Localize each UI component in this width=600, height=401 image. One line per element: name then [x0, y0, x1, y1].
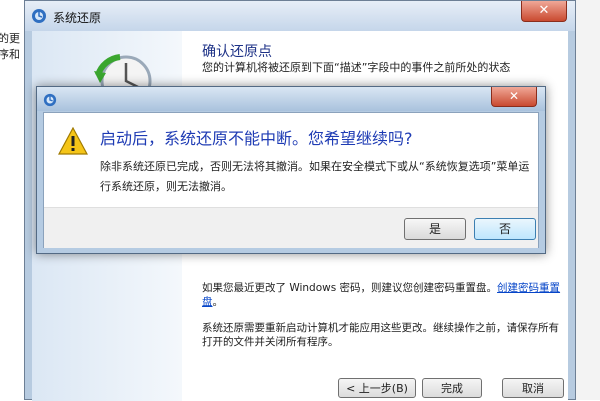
warning-icon: [58, 127, 88, 155]
dialog-title-bar[interactable]: ✕: [37, 87, 545, 111]
close-button[interactable]: ✕: [521, 1, 567, 22]
restart-note: 系统还原需要重新启动计算机才能应用这些更改。继续操作之前，请保存所有打开的文件并…: [202, 322, 559, 348]
background-window-right: [574, 0, 600, 400]
finish-button[interactable]: 完成: [422, 378, 482, 398]
background-window: 的更 序和: [0, 0, 27, 400]
back-button[interactable]: < 上一步(B): [338, 378, 416, 398]
dialog-body: 启动后，系统还原不能中断。您希望继续吗? 除非系统还原已完成，否则无法将其撤消。…: [43, 112, 539, 248]
password-note-text: 如果您最近更改了 Windows 密码，则建议您创建密码重置盘。: [202, 282, 498, 294]
dialog-heading: 启动后，系统还原不能中断。您希望继续吗?: [100, 129, 413, 148]
title-bar[interactable]: 系统还原 ✕: [25, 1, 575, 31]
page-title: 确认还原点: [202, 44, 272, 60]
password-note-suffix: 。: [212, 296, 224, 308]
yes-button[interactable]: 是: [404, 218, 466, 240]
password-note: 如果您最近更改了 Windows 密码，则建议您创建密码重置盘。创建密码重置盘。: [202, 281, 562, 309]
no-button[interactable]: 否: [474, 218, 536, 240]
dialog-footer: 是 否: [44, 207, 538, 248]
description: 您的计算机将被还原到下面“描述”字段中的事件之前所处的状态: [202, 61, 511, 74]
close-icon: ✕: [508, 89, 520, 103]
confirm-dialog: ✕ 启动后，系统还原不能中断。您希望继续吗? 除非系统还原已完成，否则无法将其撤…: [36, 86, 546, 254]
system-restore-icon: [32, 9, 46, 23]
dialog-close-button[interactable]: ✕: [491, 87, 537, 107]
close-icon: ✕: [538, 3, 550, 18]
system-restore-icon: [43, 93, 57, 107]
cancel-button[interactable]: 取消: [502, 378, 564, 398]
dialog-message: 除非系统还原已完成，否则无法将其撤消。如果在安全模式下或从“系统恢复选项”菜单运…: [100, 160, 530, 193]
background-text: 的更: [0, 32, 20, 45]
window-title: 系统还原: [53, 11, 102, 25]
background-text: 序和: [0, 48, 20, 61]
